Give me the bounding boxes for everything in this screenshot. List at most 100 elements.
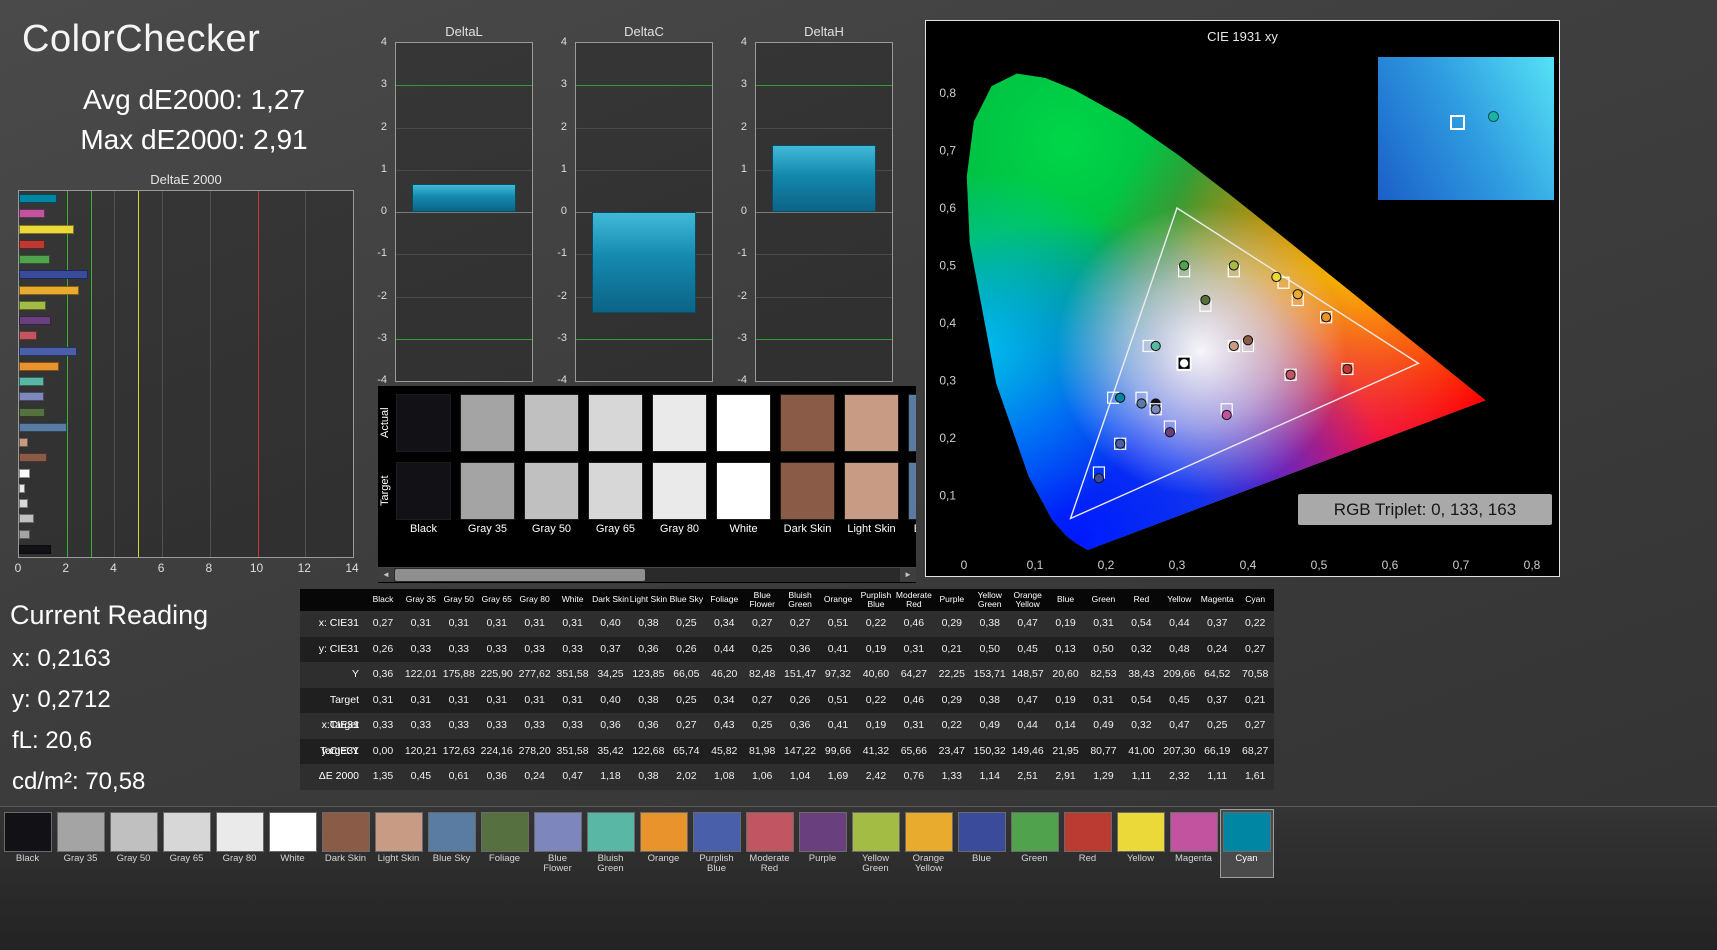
deltaE-chart-title: DeltaE 2000 <box>150 172 222 187</box>
table-cell: 0,37 <box>600 642 621 655</box>
patch-button-light-skin[interactable]: Light Skin <box>373 810 425 877</box>
patch-button-blue-sky[interactable]: Blue Sky <box>426 810 478 877</box>
patch-button-gray-50[interactable]: Gray 50 <box>108 810 160 877</box>
patch-button-red[interactable]: Red <box>1062 810 1114 877</box>
patch-button-magenta[interactable]: Magenta <box>1168 810 1220 877</box>
table-cell: 0,33 <box>372 719 394 731</box>
patch-zoom-inset <box>1378 57 1554 200</box>
deltaE-bar-cyan <box>19 194 58 203</box>
patch-color-black <box>3 812 52 852</box>
scroll-left-button[interactable]: ◄ <box>378 568 394 582</box>
measured-point-dark-skin <box>1242 335 1254 346</box>
target-swatch-gray-50 <box>524 462 579 520</box>
table-cell: 0,31 <box>562 693 583 706</box>
patch-color-light-skin <box>374 812 423 852</box>
deltaC-y-axis: 4 3 2 1 0 -1 -2 -3 -4 <box>551 36 571 386</box>
y-tick-label: -1 <box>737 247 747 260</box>
table-cell: 0,31 <box>486 617 507 629</box>
table-cell: 0,36 <box>638 719 659 731</box>
patch-button-label: Green <box>1021 853 1048 864</box>
patch-color-yellow <box>1116 812 1165 852</box>
row-label: Target y:CIE31 <box>321 719 359 757</box>
table-cell: 1,35 <box>372 770 394 782</box>
compare-label-gray-50: Gray 50 <box>531 523 572 535</box>
patch-button-blue-flower[interactable]: Blue Flower <box>532 810 584 877</box>
reference-line <box>66 191 68 557</box>
table-cell: 149,46 <box>1011 744 1044 757</box>
deltaE-bar-gray-80 <box>19 483 25 493</box>
table-cell: 0,14 <box>1055 719 1076 731</box>
x-tick-label: 6 <box>157 561 165 575</box>
gridline <box>396 254 532 256</box>
table-cell: 0,33 <box>524 719 545 731</box>
table-cell: 351,58 <box>556 668 589 680</box>
table-cell: 0,50 <box>979 642 1000 655</box>
column-header-gray-50: Gray 50 <box>443 594 474 605</box>
patch-button-foliage[interactable]: Foliage <box>479 810 531 877</box>
patch-button-label: Magenta <box>1175 853 1212 864</box>
table-cell: 0,45 <box>1169 693 1190 706</box>
patch-button-moderate-red[interactable]: Moderate Red <box>744 810 796 877</box>
max-de2000-label: Max dE2000: 2,91 <box>80 124 308 155</box>
table-corner-cell <box>300 589 364 611</box>
table-cell: 0,45 <box>1017 642 1038 655</box>
patch-button-yellow[interactable]: Yellow <box>1115 810 1167 877</box>
patch-button-dark-skin[interactable]: Dark Skin <box>320 810 372 877</box>
compare-label-gray-35: Gray 35 <box>467 523 508 535</box>
deltaE-bar-orange-yellow <box>19 285 79 295</box>
deltaL-y-axis: 4 3 2 1 0 -1 -2 -3 -4 <box>371 36 391 386</box>
table-cell: 2,91 <box>1055 770 1076 782</box>
patch-color-magenta <box>1169 812 1218 852</box>
table-cell: 0,37 <box>1207 693 1228 706</box>
table-cell: 0,25 <box>676 693 697 706</box>
scrollbar-thumb[interactable] <box>395 569 645 581</box>
table-cell: 0,31 <box>410 693 432 706</box>
compare-scrollbar[interactable]: ◄ ► <box>378 567 916 582</box>
table-cell: 0,27 <box>676 719 697 731</box>
patch-color-gray-50 <box>109 812 158 852</box>
patch-button-yellow-green[interactable]: Yellow Green <box>850 810 902 877</box>
patch-button-cyan[interactable]: Cyan <box>1219 809 1274 878</box>
measured-point-light-skin <box>1228 340 1239 352</box>
patch-button-black[interactable]: Black <box>2 810 54 877</box>
patch-color-orange <box>639 812 688 852</box>
table-cell: 1,18 <box>600 770 621 782</box>
table-cell: 0,33 <box>448 719 470 731</box>
patch-button-label: Yellow <box>1126 853 1155 864</box>
cie-tick-label: 0,3 <box>939 374 956 388</box>
table-cell: 0,27 <box>751 617 773 629</box>
patch-button-green[interactable]: Green <box>1009 810 1061 877</box>
gridline <box>576 127 712 129</box>
measured-point-magenta <box>1221 409 1232 421</box>
table-cell: 122,68 <box>632 744 665 757</box>
patch-color-orange-yellow <box>904 812 953 852</box>
patch-button-blue[interactable]: Blue <box>956 810 1008 877</box>
table-cell: 0,46 <box>903 693 925 706</box>
patch-button-purplish-blue[interactable]: Purplish Blue <box>691 810 743 877</box>
table-cell: 41,00 <box>1128 744 1155 757</box>
table-cell: 122,01 <box>404 668 437 680</box>
table-cell: 0,33 <box>562 642 583 655</box>
bottom-toolbar: Black Gray 35 Gray 50 Gray 65 Gray 80 White Da… <box>0 806 1717 950</box>
table-cell: 172,63 <box>442 744 475 757</box>
patch-button-white[interactable]: White <box>267 810 319 877</box>
patch-button-orange[interactable]: Orange <box>638 810 690 877</box>
patch-button-orange-yellow[interactable]: Orange Yellow <box>903 810 955 877</box>
table-cell: 1,69 <box>827 770 849 782</box>
row-label: ΔE 2000 <box>318 770 359 782</box>
patch-button-label: Light Skin <box>377 853 420 864</box>
patch-button-gray-65[interactable]: Gray 65 <box>161 810 213 877</box>
actual-swatch-gray-50 <box>524 394 579 452</box>
scroll-right-button[interactable]: ► <box>900 568 916 582</box>
table-cell: 150,32 <box>973 744 1006 757</box>
table-cell: 0,40 <box>600 617 621 629</box>
patch-button-gray-35[interactable]: Gray 35 <box>55 810 107 877</box>
patch-button-purple[interactable]: Purple <box>797 810 849 877</box>
table-cell: 0,25 <box>676 617 697 629</box>
patch-button-gray-80[interactable]: Gray 80 <box>214 810 266 877</box>
table-cell: 123,85 <box>632 668 665 680</box>
patch-button-bluish-green[interactable]: Bluish Green <box>585 810 637 877</box>
gridline <box>162 191 164 557</box>
table-cell: 66,05 <box>673 668 700 680</box>
table-cell: 81,98 <box>749 744 776 757</box>
